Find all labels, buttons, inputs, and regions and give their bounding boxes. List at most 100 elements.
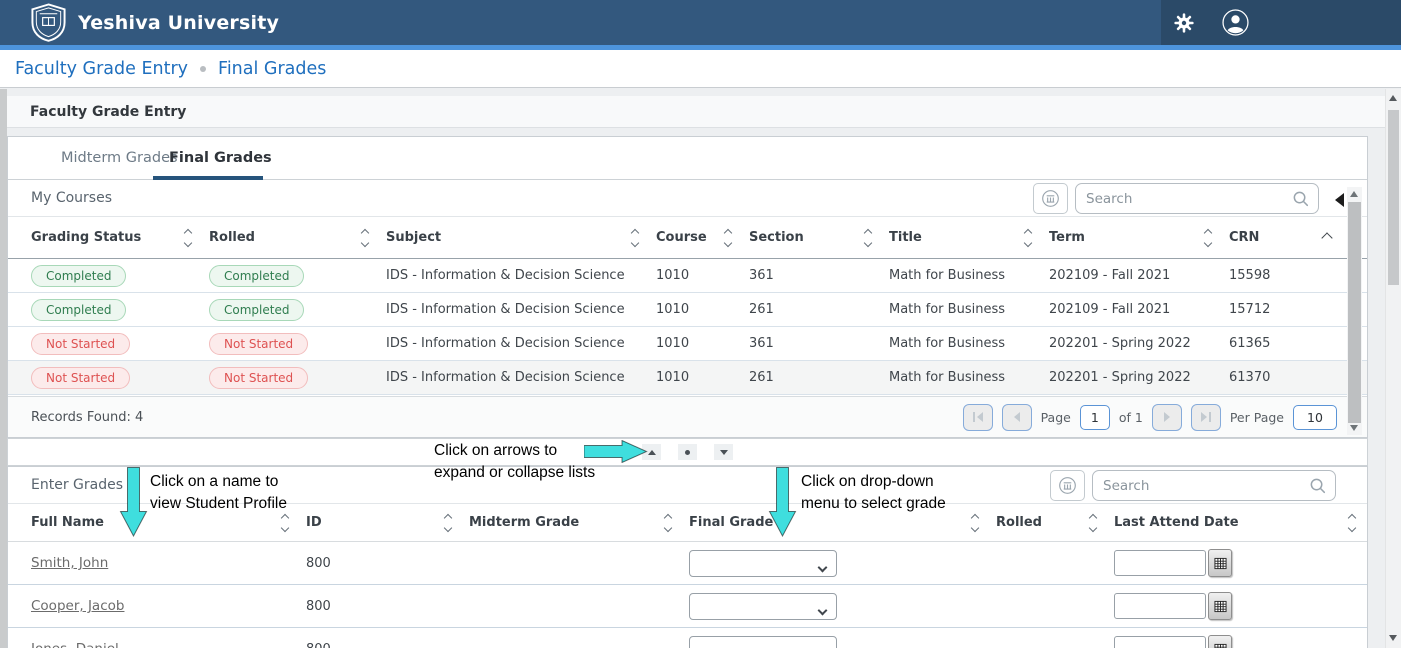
breadcrumb-root-link[interactable]: Faculty Grade Entry: [15, 59, 188, 79]
enter-grades-search-input[interactable]: [1103, 478, 1309, 494]
university-brand[interactable]: Yeshiva University: [0, 3, 279, 42]
previous-page-button[interactable]: [1002, 404, 1032, 431]
last-attend-date-input[interactable]: [1114, 636, 1206, 648]
triangle-down-icon: [720, 450, 728, 455]
course-row-2[interactable]: Not Started Not Started IDS - Informatio…: [8, 327, 1367, 361]
my-courses-title: My Courses: [31, 190, 112, 206]
university-shield-logo: [30, 3, 67, 42]
navbar-actions: [1161, 0, 1401, 45]
scroll-down-icon[interactable]: [1389, 635, 1397, 641]
student-name-link[interactable]: Smith, John: [31, 555, 108, 571]
sort-ascending-icon[interactable]: [1321, 232, 1332, 243]
col-subject[interactable]: Subject: [386, 228, 656, 248]
sort-icon[interactable]: [863, 228, 873, 248]
student-row-0: Smith, John 800: [8, 542, 1367, 585]
student-name-link[interactable]: Cooper, Jacob: [31, 598, 124, 614]
search-icon[interactable]: [1292, 190, 1309, 207]
title-cell: Math for Business: [889, 370, 1049, 385]
col-final-grade[interactable]: Final Grade: [689, 513, 996, 533]
search-icon[interactable]: [1309, 477, 1326, 494]
sort-icon[interactable]: [360, 228, 370, 248]
annotation-dropdown-grade: Click on drop-down menu to select grade: [801, 471, 946, 514]
sort-icon[interactable]: [630, 228, 640, 248]
course-row-0[interactable]: Completed Completed IDS - Information & …: [8, 259, 1367, 293]
settings-button[interactable]: [1173, 12, 1195, 34]
per-page-input[interactable]: [1293, 405, 1337, 430]
scroll-up-icon[interactable]: [1389, 95, 1397, 101]
column-chooser-button[interactable]: [1033, 183, 1068, 214]
col-term[interactable]: Term: [1049, 228, 1229, 248]
last-attend-date-input[interactable]: [1114, 550, 1206, 576]
sort-icon[interactable]: [1347, 513, 1357, 533]
title-cell: Math for Business: [889, 302, 1049, 317]
course-row-3[interactable]: Not Started Not Started IDS - Informatio…: [8, 361, 1367, 395]
last-page-button[interactable]: [1191, 404, 1221, 431]
page-title: Faculty Grade Entry: [7, 96, 1385, 128]
student-name-link[interactable]: Jones, Daniel: [31, 641, 119, 648]
sort-icon[interactable]: [1023, 228, 1033, 248]
final-grade-select[interactable]: [689, 550, 837, 577]
sort-icon[interactable]: [1203, 228, 1213, 248]
col-grading-status[interactable]: Grading Status: [31, 228, 209, 248]
col-course[interactable]: Course: [656, 228, 749, 248]
rolled-badge: Not Started: [209, 333, 308, 355]
top-navbar: Yeshiva University: [0, 0, 1401, 45]
scrollbar-thumb[interactable]: [1388, 110, 1399, 285]
collapse-list-button[interactable]: [714, 444, 733, 460]
resize-handle-button[interactable]: [678, 444, 697, 460]
sort-icon[interactable]: [1088, 513, 1098, 533]
rolled-badge: Completed: [209, 265, 304, 287]
section-cell: 361: [749, 336, 889, 351]
scroll-up-icon[interactable]: [1350, 191, 1358, 197]
my-courses-tools: [1033, 183, 1319, 214]
annotation-expand-collapse: Click on arrows to expand or collapse li…: [434, 440, 595, 483]
student-id-cell: 800: [306, 556, 469, 571]
sort-icon[interactable]: [183, 228, 193, 248]
page-number-input[interactable]: [1080, 405, 1110, 430]
section-cell: 361: [749, 268, 889, 283]
sort-icon[interactable]: [663, 513, 673, 533]
calendar-button[interactable]: [1208, 592, 1232, 620]
annotation-student-profile: Click on a name to view Student Profile: [150, 471, 287, 514]
sort-icon[interactable]: [723, 228, 733, 248]
col-rolled[interactable]: Rolled: [996, 513, 1114, 533]
collapse-panel-arrow-icon[interactable]: [1335, 193, 1344, 207]
col-rolled[interactable]: Rolled: [209, 228, 386, 248]
column-chooser-button[interactable]: [1050, 470, 1085, 501]
col-last-attend-date[interactable]: Last Attend Date: [1114, 513, 1367, 533]
scrollbar-thumb[interactable]: [1348, 202, 1361, 423]
page-scrollbar[interactable]: [1385, 89, 1401, 648]
col-title[interactable]: Title: [889, 228, 1049, 248]
course-row-1[interactable]: Completed Completed IDS - Information & …: [8, 293, 1367, 327]
col-id[interactable]: ID: [306, 513, 469, 533]
col-midterm-grade[interactable]: Midterm Grade: [469, 513, 689, 533]
calendar-button[interactable]: [1208, 549, 1232, 577]
term-cell: 202109 - Fall 2021: [1049, 302, 1229, 317]
brand-name: Yeshiva University: [78, 12, 279, 34]
title-cell: Math for Business: [889, 268, 1049, 283]
last-attend-date-input[interactable]: [1114, 593, 1206, 619]
term-cell: 202201 - Spring 2022: [1049, 370, 1229, 385]
final-grade-select[interactable]: [689, 593, 837, 620]
my-courses-search-input[interactable]: [1086, 191, 1292, 207]
sort-icon[interactable]: [280, 513, 290, 533]
tab-final-grades[interactable]: Final Grades: [169, 137, 272, 180]
first-page-button[interactable]: [963, 404, 993, 431]
annotation-down-arrow-dropdown: [768, 467, 797, 537]
courses-scrollbar[interactable]: [1347, 187, 1362, 435]
sort-icon[interactable]: [970, 513, 980, 533]
user-menu-button[interactable]: [1222, 9, 1249, 36]
final-grade-select[interactable]: [689, 636, 837, 648]
next-page-button[interactable]: [1152, 404, 1182, 431]
calendar-button[interactable]: [1208, 635, 1232, 648]
page-label: Page: [1041, 410, 1071, 425]
user-avatar-icon: [1222, 9, 1249, 36]
tab-midterm-grades[interactable]: Midterm Grades: [61, 137, 178, 180]
sort-icon[interactable]: [443, 513, 453, 533]
grade-tabs: Midterm Grades Final Grades: [8, 137, 1367, 180]
enter-grades-search: [1092, 470, 1336, 501]
col-section[interactable]: Section: [749, 228, 889, 248]
col-full-name[interactable]: Full Name: [31, 513, 306, 533]
triangle-up-icon: [648, 450, 656, 455]
scroll-down-icon[interactable]: [1350, 425, 1358, 431]
